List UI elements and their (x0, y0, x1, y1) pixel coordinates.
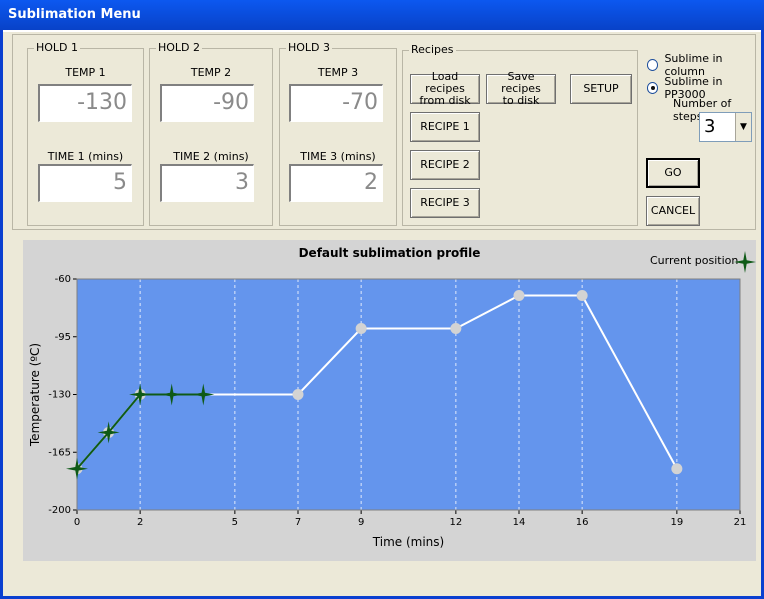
recipes-legend: Recipes (409, 43, 456, 56)
y-tick-label: -165 (48, 447, 71, 458)
number-of-steps-select[interactable]: 3 ▼ (699, 112, 752, 142)
x-tick-label: 2 (137, 517, 143, 528)
profile-point (671, 463, 683, 475)
time-3-label: TIME 3 (mins) (300, 150, 376, 163)
x-tick-label: 7 (295, 517, 301, 528)
x-tick-label: 19 (670, 517, 683, 528)
profile-point (513, 290, 525, 301)
profile-point (292, 389, 304, 400)
setup-button[interactable]: SETUP (570, 74, 632, 104)
legend-star-icon (734, 251, 756, 273)
recipe-1-button[interactable]: RECIPE 1 (410, 112, 480, 142)
x-tick-label: 0 (74, 517, 80, 528)
time-1-input[interactable]: 5 (38, 164, 132, 202)
cancel-button[interactable]: CANCEL (646, 196, 700, 226)
title-separator (3, 30, 761, 32)
y-axis-label: Temperature (ºC) (28, 343, 42, 447)
recipe-2-button[interactable]: RECIPE 2 (410, 150, 480, 180)
y-tick-label: -60 (55, 274, 71, 285)
temp-3-input[interactable]: -70 (289, 84, 383, 122)
save-recipes-button[interactable]: Save recipes to disk (486, 71, 556, 107)
profile-point (450, 323, 462, 334)
y-tick-label: -130 (48, 390, 71, 401)
x-axis-label: Time (mins) (372, 535, 444, 549)
y-tick-label: -200 (48, 505, 71, 516)
temp-2-label: TEMP 2 (190, 66, 232, 79)
time-2-input[interactable]: 3 (160, 164, 254, 202)
radio-unchecked-icon (647, 59, 659, 71)
time-1-label: TIME 1 (mins) (47, 150, 124, 163)
window-title: Sublimation Menu (0, 0, 764, 30)
load-recipes-button[interactable]: Load recipes from disk (410, 71, 480, 107)
go-button[interactable]: GO (646, 158, 700, 188)
chart-svg: 0 2 5 7 9 12 14 16 19 21 -60 -95 -130 -165 -200 Time (m… (28, 251, 756, 549)
x-tick-label: 16 (576, 517, 589, 528)
chevron-down-icon[interactable]: ▼ (735, 113, 751, 141)
x-tick-label: 9 (358, 517, 364, 528)
time-2-label: TIME 2 (mins) (173, 150, 249, 163)
temp-3-label: TEMP 3 (317, 66, 359, 79)
radio-checked-icon (647, 82, 659, 94)
hold-2-legend: HOLD 2 (156, 41, 203, 54)
temp-2-input[interactable]: -90 (160, 84, 254, 122)
temp-1-label: TEMP 1 (65, 66, 106, 79)
profile-point (576, 290, 588, 301)
profile-chart: Default sublimation profile Current posi… (23, 240, 756, 561)
time-3-input[interactable]: 2 (289, 164, 383, 202)
profile-point (355, 323, 367, 334)
number-of-steps-value: 3 (704, 116, 716, 137)
hold-1-legend: HOLD 1 (34, 41, 81, 54)
x-tick-label: 12 (449, 517, 462, 528)
sublimation-window: Sublimation Menu HOLD 1 TEMP 1 -130 TIME… (0, 0, 764, 599)
temp-1-input[interactable]: -130 (38, 84, 132, 122)
x-tick-label: 21 (734, 517, 747, 528)
recipe-3-button[interactable]: RECIPE 3 (410, 188, 480, 218)
y-tick-label: -95 (55, 332, 71, 343)
x-tick-label: 14 (513, 517, 526, 528)
hold-3-legend: HOLD 3 (286, 41, 333, 54)
x-tick-label: 5 (232, 517, 238, 528)
